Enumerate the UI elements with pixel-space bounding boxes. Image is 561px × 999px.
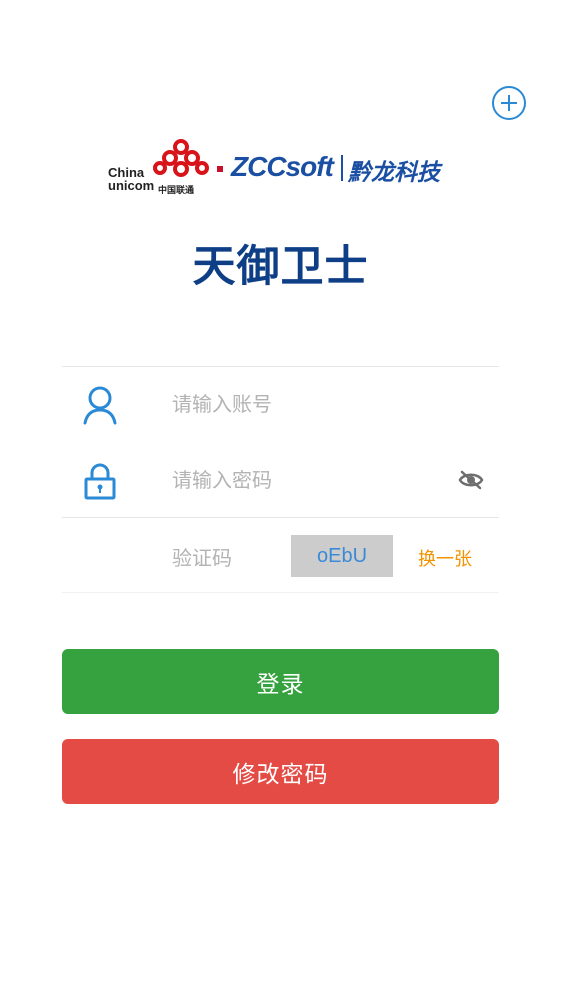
eye-hidden-icon[interactable] [458, 469, 484, 491]
divider [62, 592, 499, 593]
user-icon [83, 386, 117, 425]
refresh-captcha-link[interactable]: 换一张 [418, 545, 472, 571]
captcha-input[interactable]: 验证码 [172, 542, 232, 571]
captcha-row: 验证码 oEbU 换一张 [62, 518, 499, 592]
brand-separator-dot [217, 166, 223, 172]
login-page: China unicom 中国联通 ZCCsoft 黔龙科技 天御卫士 请输入账… [0, 0, 561, 999]
change-password-button[interactable]: 修改密码 [62, 739, 499, 804]
lock-icon [84, 463, 116, 500]
login-button[interactable]: 登录 [62, 649, 499, 714]
china-unicom-en: China unicom [108, 165, 155, 193]
brand-logos: China unicom 中国联通 ZCCsoft 黔龙科技 [108, 136, 453, 196]
password-row [62, 443, 499, 517]
add-icon[interactable] [492, 86, 526, 120]
app-title: 天御卫士 [192, 242, 369, 292]
password-input[interactable] [172, 443, 432, 517]
brand-divider [341, 155, 343, 181]
account-input[interactable] [172, 367, 432, 441]
captcha-image[interactable]: oEbU [291, 535, 393, 577]
china-unicom-knot-icon [153, 139, 209, 177]
account-row [62, 367, 499, 441]
qianlong-tech-logo: 黔龙科技 [348, 160, 440, 186]
china-unicom-cn: 中国联通 [158, 186, 195, 196]
zccsoft-logo: ZCCsoft [231, 151, 334, 182]
